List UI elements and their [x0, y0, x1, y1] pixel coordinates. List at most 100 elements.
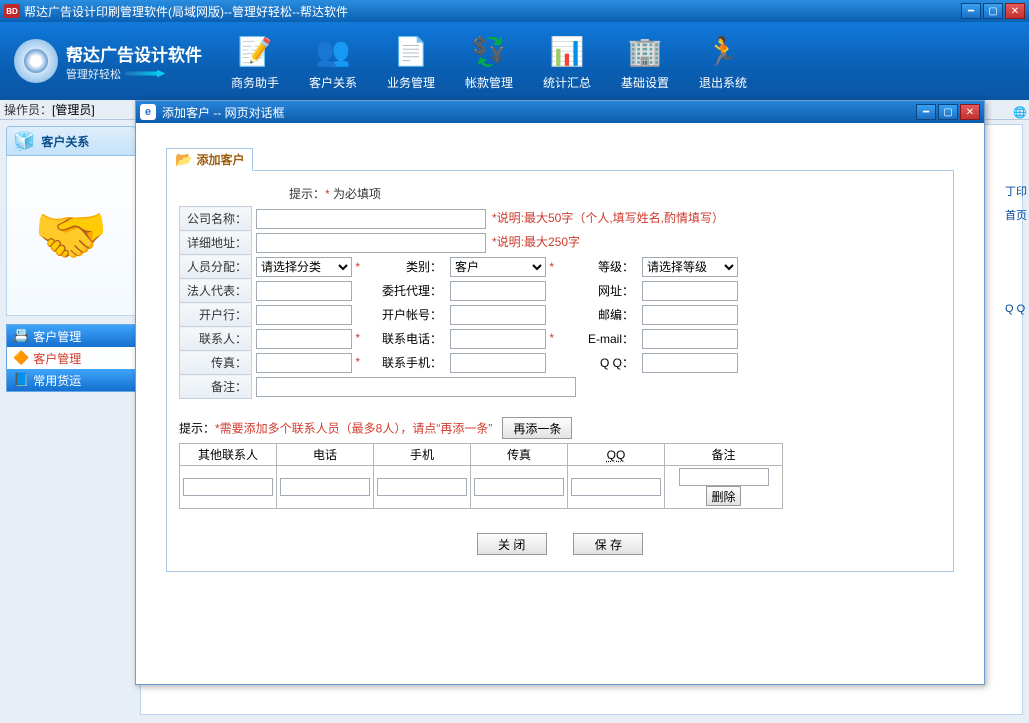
label-email: E-mail：	[558, 327, 638, 351]
dialog-minimize-button[interactable]: ━	[916, 104, 936, 120]
button-row: 关 闭 保 存	[179, 533, 941, 555]
select-grade[interactable]: 请选择等级	[642, 257, 738, 277]
label-type: 类别：	[364, 255, 446, 279]
side-item-customer-red[interactable]: 🔶客户管理	[7, 347, 135, 369]
row-qq-input[interactable]	[571, 478, 661, 496]
hint-required: 提示：* 为必填项	[289, 185, 941, 202]
people-icon: 👥	[313, 32, 353, 72]
row-fax-input[interactable]	[474, 478, 564, 496]
label-company: 公司名称：	[180, 207, 252, 231]
label-account: 开户帐号：	[364, 303, 446, 327]
logo-title: 帮达广告设计软件	[66, 41, 202, 66]
toolbar-settings[interactable]: 🏢基础设置	[606, 32, 684, 91]
label-fax: 传真：	[180, 351, 252, 375]
row-mob-input[interactable]	[377, 478, 467, 496]
label-mobile: 联系手机：	[364, 351, 446, 375]
toolbar-stats[interactable]: 📊统计汇总	[528, 32, 606, 91]
input-contact[interactable]	[256, 329, 352, 349]
close-button[interactable]: ✕	[1005, 3, 1025, 19]
label-category: 人员分配：	[180, 255, 252, 279]
select-type[interactable]: 客户	[450, 257, 546, 277]
folder-icon: 📂	[175, 151, 192, 168]
input-phone[interactable]	[450, 329, 546, 349]
side-image: 🤝	[6, 156, 136, 316]
input-account[interactable]	[450, 305, 546, 325]
note-address: *说明:最大250字	[492, 235, 580, 249]
input-zip[interactable]	[642, 305, 738, 325]
app-icon: BD	[4, 4, 20, 18]
row-delete-button[interactable]: 删除	[706, 486, 740, 506]
input-email[interactable]	[642, 329, 738, 349]
label-address: 详细地址：	[180, 231, 252, 255]
card-icon: 📇	[13, 328, 29, 344]
input-legal[interactable]	[256, 281, 352, 301]
doc-icon: 📄	[391, 32, 431, 72]
input-agent[interactable]	[450, 281, 546, 301]
input-site[interactable]	[642, 281, 738, 301]
dialog-title: 添加客户 -- 网页对话框	[162, 104, 285, 121]
ie-icon: e	[140, 104, 156, 120]
col-rem: 备注	[665, 444, 783, 466]
minimize-button[interactable]: ━	[961, 3, 981, 19]
toolbar-biz-helper[interactable]: 📝商务助手	[216, 32, 294, 91]
arrow-icon	[125, 70, 165, 78]
chart-icon: 📊	[547, 32, 587, 72]
tab-add-customer[interactable]: 📂添加客户	[166, 148, 253, 171]
note-icon: 📝	[235, 32, 275, 72]
input-fax[interactable]	[256, 353, 352, 373]
dialog-maximize-button[interactable]: ▢	[938, 104, 958, 120]
settings-icon: 🏢	[625, 32, 665, 72]
table-row: 删除	[180, 466, 783, 509]
diamond-icon: 🔶	[13, 350, 29, 366]
note-company: *说明:最大50字（个人,填写姓名,酌情填写）	[492, 211, 724, 225]
dialog-close-button[interactable]: ✕	[960, 104, 980, 120]
toolbar-account[interactable]: 💱帐款管理	[450, 32, 528, 91]
side-header: 🧊客户关系	[6, 126, 136, 156]
logo-subtitle: 管理好轻松	[66, 66, 202, 82]
side-item-shipping[interactable]: 📘常用货运	[7, 369, 135, 391]
label-bank: 开户行：	[180, 303, 252, 327]
row-other-input[interactable]	[183, 478, 273, 496]
row-rem-input[interactable]	[679, 468, 769, 486]
toolbar-biz-manage[interactable]: 📄业务管理	[372, 32, 450, 91]
input-remark[interactable]	[256, 377, 576, 397]
toolbar-crm[interactable]: 👥客户关系	[294, 32, 372, 91]
side-panel: 🧊客户关系 🤝 📇客户管理 🔶客户管理 📘常用货运	[0, 120, 140, 723]
maximize-button[interactable]: ▢	[983, 3, 1003, 19]
label-contact: 联系人：	[180, 327, 252, 351]
label-site: 网址：	[558, 279, 638, 303]
dialog-titlebar: e 添加客户 -- 网页对话框 ━ ▢ ✕	[136, 101, 984, 123]
book-icon: 📘	[13, 372, 29, 388]
input-company[interactable]	[256, 209, 486, 229]
row-tel-input[interactable]	[280, 478, 370, 496]
toolbar-exit[interactable]: 🏃退出系统	[684, 32, 762, 91]
col-other: 其他联系人	[180, 444, 277, 466]
input-qq[interactable]	[642, 353, 738, 373]
input-address[interactable]	[256, 233, 486, 253]
col-fax: 传真	[471, 444, 568, 466]
label-grade: 等级：	[558, 255, 638, 279]
save-button[interactable]: 保 存	[573, 533, 643, 555]
app-title: 帮达广告设计印刷管理软件(局域网版)--管理好轻松--帮达软件	[24, 3, 348, 20]
add-customer-dialog: e 添加客户 -- 网页对话框 ━ ▢ ✕ 📂添加客户 提示：* 为必填项 公司…	[135, 100, 985, 685]
label-remark: 备注：	[180, 375, 252, 399]
col-mob: 手机	[374, 444, 471, 466]
exit-icon: 🏃	[703, 32, 743, 72]
col-tel: 电话	[277, 444, 374, 466]
app-titlebar: BD 帮达广告设计印刷管理软件(局域网版)--管理好轻松--帮达软件 ━ ▢ ✕	[0, 0, 1029, 22]
input-mobile[interactable]	[450, 353, 546, 373]
gear-icon	[14, 39, 58, 83]
add-row-button[interactable]: 再添一条	[502, 417, 572, 439]
right-markers: 🌐 丁印 首页 Q Q	[1001, 102, 1027, 319]
label-phone: 联系电话：	[364, 327, 446, 351]
col-qq: QQ	[568, 444, 665, 466]
app-toolbar: 帮达广告设计软件 管理好轻松 📝商务助手 👥客户关系 📄业务管理 💱帐款管理 📊…	[0, 22, 1029, 100]
input-bank[interactable]	[256, 305, 352, 325]
close-form-button[interactable]: 关 闭	[477, 533, 547, 555]
side-item-customer-blue[interactable]: 📇客户管理	[7, 325, 135, 347]
select-category[interactable]: 请选择分类	[256, 257, 352, 277]
label-zip: 邮编：	[558, 303, 638, 327]
side-menu: 📇客户管理 🔶客户管理 📘常用货运	[6, 324, 136, 392]
money-icon: 💱	[469, 32, 509, 72]
hint-multi-contact: 提示：*需要添加多个联系人员（最多8人），请点“再添一条” 再添一条	[179, 417, 941, 439]
